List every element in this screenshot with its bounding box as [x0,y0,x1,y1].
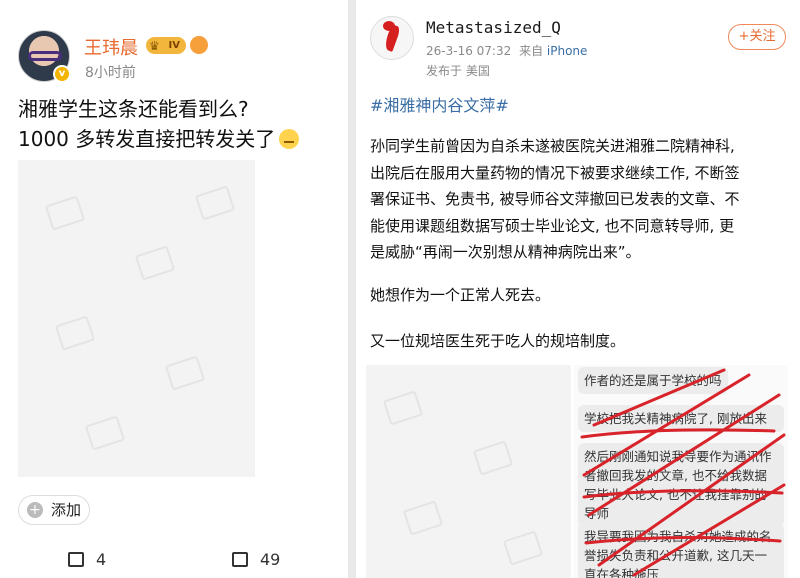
body-line: 孙同学生前曾因为自杀未遂被医院关进湘雅二院精神科, [370,137,735,155]
right-post-card: Metastasized_Q 26-3-16 07:32 来自 iPhone 发… [356,0,800,578]
user-name[interactable]: Metastasized_Q [426,18,561,37]
hashtag-link[interactable]: #湘雅神内谷文萍# [370,92,509,116]
image-placeholder[interactable] [366,365,571,578]
post-paragraph-2: 她想作为一个正常人死去。 [370,286,551,304]
avatar-glasses-icon [28,51,62,61]
body-line: 能使用课题组数据写硕士毕业论文, 也不同意转导师, 更 [370,216,735,235]
user-avatar[interactable]: v [18,30,71,83]
comment-icon [232,552,248,567]
level-badge: ♛ IV [146,37,186,54]
post-body: 孙同学生前曾因为自杀未遂被医院关进湘雅二院精神科, 出院后在服用大量药物的情况下… [370,133,790,266]
sweat-emoji-icon [279,129,300,149]
post-meta: 26-3-16 07:32 来自 iPhone [426,42,587,59]
fan-badge-icon [190,36,208,54]
comment-count: 49 [260,550,281,569]
share-icon [68,552,84,567]
image-placeholder[interactable] [18,160,255,477]
body-line: 是威胁“再闹一次别想从精神病院出来”。 [370,243,641,261]
level-badge-text: IV [168,40,180,51]
post-timestamp: 26-3-16 07:32 [426,44,512,58]
post-time: 8小时前 [85,65,136,81]
repost-button[interactable]: 4 [68,550,106,569]
post-paragraph-3: 又一位规培医生死于吃人的规培制度。 [370,332,626,350]
verified-badge-icon: v [53,65,71,83]
body-line: 署保证书、免责书, 被导师谷文萍撤回已发表的文章、不 [370,190,740,208]
body-line: 出院后在服用大量药物的情况下被要求继续工作, 不断签 [370,163,740,182]
add-button-label: 添加 [51,501,82,519]
post-location: 发布于 美国 [426,64,490,78]
plus-icon: + [27,502,43,518]
follow-button[interactable]: +关注 [728,24,786,50]
post-text-line-1: 湘雅学生这条还能看到么? [18,97,249,121]
post-text-line-2: 1000 多转发直接把转发关了 [18,127,276,151]
red-scribble-marks [580,368,786,577]
from-label: 来自 [519,44,544,58]
post-source[interactable]: iPhone [547,44,588,58]
left-post-card: v 王玮晨 ♛ IV 8小时前 湘雅学生这条还能看到么? 1000 多转发直接把… [0,0,348,578]
user-name[interactable]: 王玮晨 [84,34,138,60]
user-avatar[interactable] [370,16,414,60]
repost-count: 4 [96,550,107,569]
comment-button[interactable]: 49 [232,550,280,569]
chat-screenshot-image[interactable]: 作者的还是属于学校的吗 学校把我关精神病院了, 刚放出来 然后刚刚通知说我导要作… [574,365,788,578]
post-text: 湘雅学生这条还能看到么? 1000 多转发直接把转发关了 [18,94,300,154]
add-button[interactable]: + 添加 [18,495,90,525]
crown-icon: ♛ [149,39,160,53]
